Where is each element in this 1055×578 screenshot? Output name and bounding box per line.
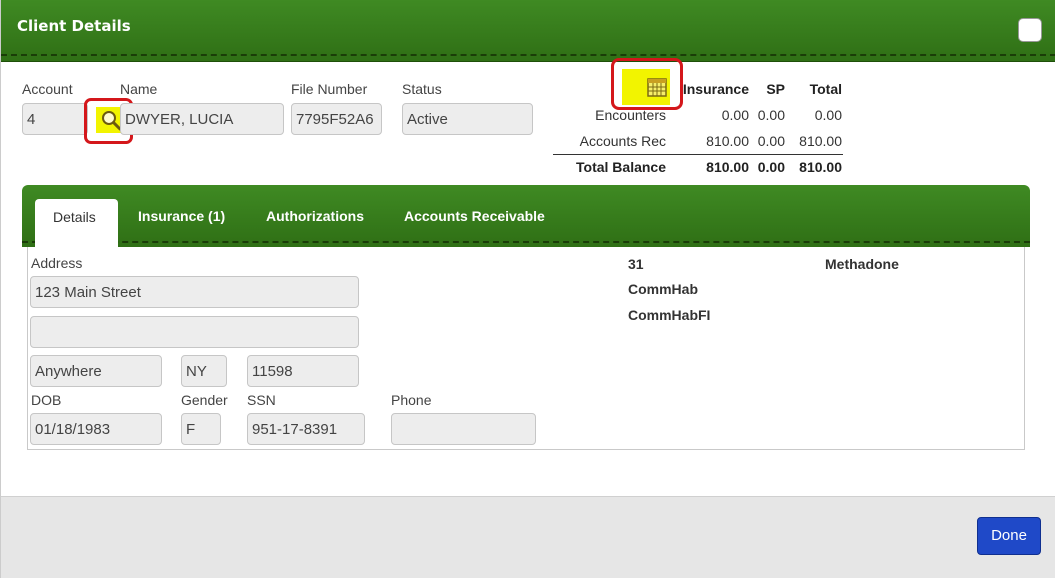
summary-header-sp: SP xyxy=(766,81,785,97)
program-item: 31 xyxy=(628,256,644,272)
status-field[interactable]: Active xyxy=(402,103,533,135)
gender-label: Gender xyxy=(181,392,228,408)
total-balance-insurance: 810.00 xyxy=(706,159,749,175)
tab-accounts-receivable[interactable]: Accounts Receivable xyxy=(404,208,545,224)
summary-cell: 0.00 xyxy=(814,107,842,123)
phone-label: Phone xyxy=(391,392,432,408)
total-balance-label: Total Balance xyxy=(576,159,666,175)
close-button[interactable] xyxy=(1018,18,1042,42)
dialog-titlebar: Client Details xyxy=(1,0,1055,62)
summary-row-label: Encounters xyxy=(595,107,666,123)
city-field[interactable]: Anywhere xyxy=(30,355,162,387)
name-label: Name xyxy=(120,81,158,97)
name-field[interactable]: DWYER, LUCIA xyxy=(120,103,284,135)
summary-row-label: Accounts Rec xyxy=(579,133,666,149)
summary-cell: 810.00 xyxy=(706,133,749,149)
ssn-field[interactable]: 951-17-8391 xyxy=(247,413,365,445)
zip-field[interactable]: 11598 xyxy=(247,355,359,387)
phone-field[interactable] xyxy=(391,413,536,445)
summary-divider xyxy=(553,154,843,155)
dob-label: DOB xyxy=(31,392,62,408)
total-balance-sp: 0.00 xyxy=(757,159,785,175)
file-number-field[interactable]: 7795F52A6 xyxy=(291,103,382,135)
summary-header-insurance: Insurance xyxy=(682,81,749,97)
summary-cell: 0.00 xyxy=(757,133,785,149)
magnifier-icon xyxy=(102,111,122,131)
client-details-dialog: Client Details Account 4 Name DWYER, LUC… xyxy=(0,0,1055,578)
program-item: CommHabFI xyxy=(628,307,711,323)
calendar-button[interactable] xyxy=(611,58,683,110)
tab-bar: Details Insurance (1) Authorizations Acc… xyxy=(22,185,1030,249)
state-field[interactable]: NY xyxy=(181,355,227,387)
address-line2-field[interactable] xyxy=(30,316,359,348)
summary-cell: 810.00 xyxy=(799,133,842,149)
dob-field[interactable]: 01/18/1983 xyxy=(30,413,162,445)
total-balance-total: 810.00 xyxy=(799,159,842,175)
address-line1-field[interactable]: 123 Main Street xyxy=(30,276,359,308)
account-label: Account xyxy=(22,81,73,97)
gender-field[interactable]: F xyxy=(181,413,221,445)
dialog-title: Client Details xyxy=(17,17,131,35)
status-label: Status xyxy=(402,81,442,97)
dialog-footer xyxy=(1,496,1055,578)
ssn-label: SSN xyxy=(247,392,276,408)
tab-details[interactable]: Details xyxy=(35,199,118,249)
tab-authorizations[interactable]: Authorizations xyxy=(266,208,364,224)
account-field[interactable]: 4 xyxy=(22,103,88,135)
program-item: CommHab xyxy=(628,281,699,297)
summary-cell: 0.00 xyxy=(757,107,785,123)
summary-cell: 0.00 xyxy=(721,107,749,123)
summary-header-total: Total xyxy=(809,81,842,97)
tab-insurance[interactable]: Insurance (1) xyxy=(138,208,225,224)
done-button[interactable]: Done xyxy=(977,517,1041,555)
address-label: Address xyxy=(31,255,83,271)
program-item: Methadone xyxy=(825,256,899,272)
file-number-label: File Number xyxy=(291,81,368,97)
calendar-icon xyxy=(647,78,667,97)
